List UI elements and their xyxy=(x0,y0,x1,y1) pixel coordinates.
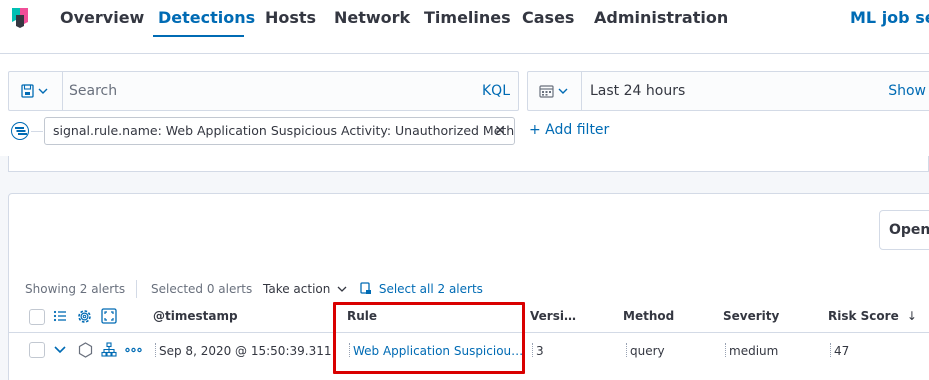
filter-pill-label: signal.rule.name: Web Application Suspic… xyxy=(53,123,515,138)
filter-options-icon[interactable] xyxy=(11,122,29,140)
expand-row-chevron-icon[interactable] xyxy=(53,344,67,356)
quick-date-menu-button[interactable] xyxy=(528,72,582,110)
add-filter-button[interactable]: + Add filter xyxy=(529,122,609,138)
more-actions-icon[interactable] xyxy=(125,347,142,353)
column-header-timestamp[interactable]: @timestamp xyxy=(153,309,238,323)
show-dates-link[interactable]: Show xyxy=(888,83,926,99)
risk-score-label: Risk Score xyxy=(828,309,899,323)
filter-connector xyxy=(31,131,43,132)
previous-panel-edge xyxy=(8,156,929,172)
cell-severity: medium xyxy=(725,343,778,358)
filter-pill[interactable]: signal.rule.name: Web Application Suspic… xyxy=(44,117,515,145)
search-input[interactable]: Search xyxy=(69,83,117,99)
showing-count: Showing 2 alerts xyxy=(25,282,126,296)
analyze-event-tree-icon[interactable] xyxy=(101,342,117,358)
cell-risk-score: 47 xyxy=(830,343,849,358)
column-header-method[interactable]: Method xyxy=(623,309,674,323)
pin-event-hexagon-icon[interactable] xyxy=(78,342,93,358)
cell-version: 3 xyxy=(532,343,544,358)
documents-icon xyxy=(360,282,371,294)
active-tab-indicator xyxy=(153,35,244,37)
select-all-checkbox[interactable] xyxy=(29,309,45,325)
utility-separator xyxy=(136,280,137,298)
row-select-checkbox[interactable] xyxy=(29,342,45,358)
siem-logo-icon[interactable] xyxy=(10,6,30,28)
column-header-risk-score[interactable]: Risk Score ↓ xyxy=(828,309,917,323)
save-icon xyxy=(20,84,47,98)
tab-hosts[interactable]: Hosts xyxy=(265,8,316,27)
tab-detections[interactable]: Detections xyxy=(158,8,255,27)
selected-count: Selected 0 alerts xyxy=(151,282,253,296)
chevron-down-icon xyxy=(337,286,347,292)
calendar-icon xyxy=(538,85,567,98)
cell-timestamp: Sep 8, 2020 @ 15:50:39.311 xyxy=(155,343,331,358)
date-picker: Last 24 hours Show xyxy=(527,71,929,111)
select-all-label: Select all 2 alerts xyxy=(378,282,483,296)
list-view-icon[interactable] xyxy=(53,309,67,323)
ml-job-settings-link[interactable]: ML job set xyxy=(850,8,929,27)
column-header-severity[interactable]: Severity xyxy=(723,309,779,323)
top-nav: Overview Detections Hosts Network Timeli… xyxy=(0,0,929,54)
fullscreen-icon[interactable] xyxy=(101,308,117,324)
saved-query-button[interactable] xyxy=(9,72,63,110)
sort-descending-icon: ↓ xyxy=(906,309,917,323)
remove-filter-icon[interactable]: ✕ xyxy=(494,118,506,144)
take-action-label: Take action xyxy=(263,282,331,296)
open-alerts-filter-button[interactable]: Open xyxy=(879,210,929,250)
tab-network[interactable]: Network xyxy=(334,8,410,27)
tab-overview[interactable]: Overview xyxy=(60,8,144,27)
tab-timelines[interactable]: Timelines xyxy=(424,8,511,27)
rule-column-highlight-annotation xyxy=(333,302,525,374)
cell-method: query xyxy=(626,343,665,358)
search-bar: Search KQL xyxy=(8,71,519,111)
gear-icon[interactable] xyxy=(76,308,93,325)
time-range-display[interactable]: Last 24 hours xyxy=(590,83,685,99)
tab-administration[interactable]: Administration xyxy=(594,8,728,27)
tab-cases[interactable]: Cases xyxy=(522,8,574,27)
kql-language-toggle[interactable]: KQL xyxy=(482,83,510,99)
column-header-version[interactable]: Versi… xyxy=(530,309,576,323)
select-all-alerts-button[interactable]: Select all 2 alerts xyxy=(360,282,483,296)
take-action-button[interactable]: Take action xyxy=(263,282,347,296)
